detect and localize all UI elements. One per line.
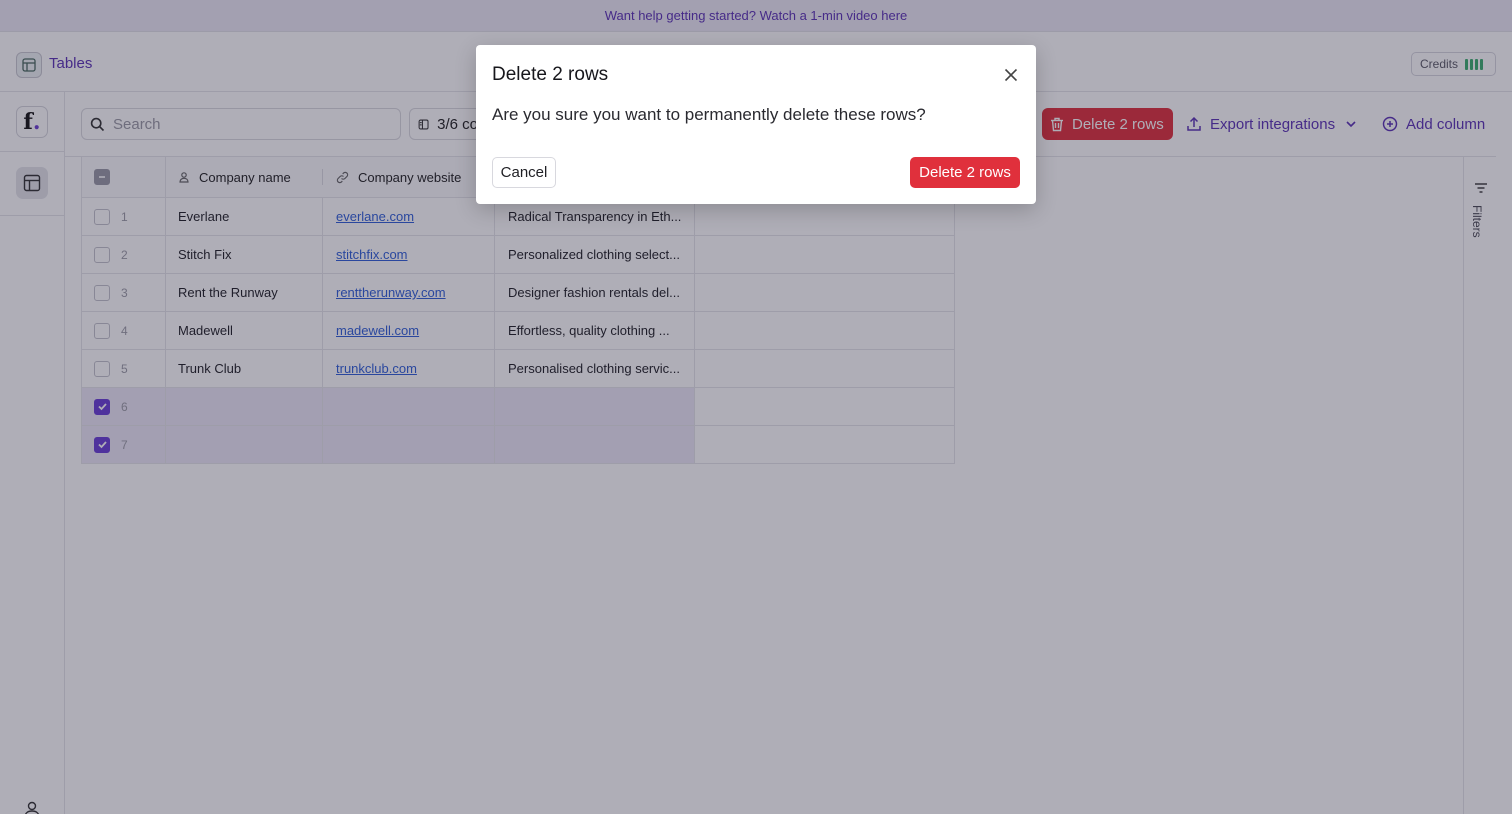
delete-rows-dialog: Delete 2 rows Are you sure you want to p… [476, 45, 1036, 204]
cancel-button[interactable]: Cancel [492, 157, 556, 188]
dialog-message: Are you sure you want to permanently del… [492, 105, 926, 124]
confirm-delete-button[interactable]: Delete 2 rows [910, 157, 1020, 188]
dialog-title: Delete 2 rows [492, 64, 609, 85]
close-icon[interactable] [1001, 65, 1021, 85]
